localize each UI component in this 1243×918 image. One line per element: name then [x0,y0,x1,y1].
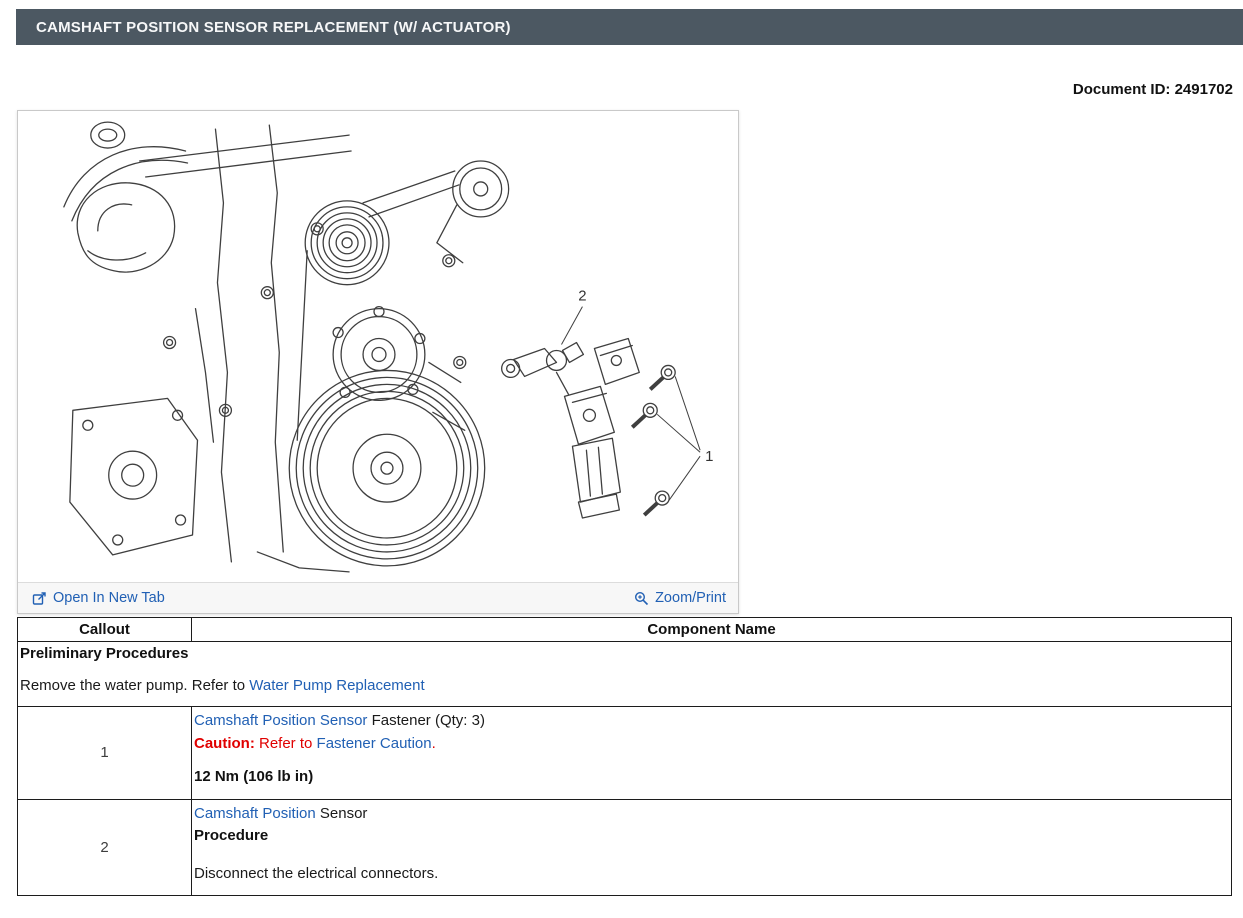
caution-period: . [432,735,436,752]
preliminary-procedures-text: Remove the water pump. Refer to Water Pu… [20,677,1221,694]
table-row-callout-2: 2 Camshaft Position Sensor Procedure Dis… [18,799,1232,896]
table-row-callout-1: 1 Camshaft Position Sensor Fastener (Qty… [18,707,1232,800]
water-pump-replacement-link[interactable]: Water Pump Replacement [249,677,424,694]
preliminary-procedures-title: Preliminary Procedures [20,645,1221,662]
component-table: Callout Component Name Preliminary Proce… [17,617,1232,896]
caution-line: Caution: Refer to Fastener Caution. [194,733,1221,756]
image-footer: Open In New Tab Zoom/Print [18,582,738,613]
component-name-line: Camshaft Position Sensor [194,803,1221,826]
preliminary-procedures-row: Preliminary Procedures Remove the water … [18,642,1232,707]
open-in-new-tab-link[interactable]: Open In New Tab [32,590,165,606]
torque-spec: 12 Nm (106 lb in) [194,766,1221,789]
zoom-print-link[interactable]: Zoom/Print [634,590,726,606]
component-name-rest: Sensor [316,805,368,822]
component-name-line: Camshaft Position Sensor Fastener (Qty: … [194,710,1221,733]
component-name-column-header: Component Name [192,618,1232,642]
open-in-new-tab-label: Open In New Tab [53,590,165,606]
caution-label: Caution: [194,735,255,752]
zoom-icon [634,591,649,606]
preliminary-text: Remove the water pump. Refer to [20,677,249,694]
callout-label-1: 1 [705,448,713,465]
callout-label-2: 2 [578,288,586,305]
page-title: CAMSHAFT POSITION SENSOR REPLACEMENT (W/… [36,19,511,36]
procedure-label: Procedure [194,825,1221,848]
camshaft-position-sensor-link[interactable]: Camshaft Position Sensor [194,712,367,729]
zoom-print-label: Zoom/Print [655,590,726,606]
camshaft-position-link[interactable]: Camshaft Position [194,805,316,822]
fastener-caution-link[interactable]: Fastener Caution [317,735,432,752]
callout-column-header: Callout [18,618,192,642]
callout-number: 2 [18,799,192,896]
document-id: Document ID: 2491702 [0,81,1233,98]
table-header-row: Callout Component Name [18,618,1232,642]
engine-diagram: 2 1 [18,111,738,582]
procedure-text: Disconnect the electrical connectors. [194,863,1221,886]
image-panel: 2 1 Open In New Tab Zoom/Print [17,110,739,614]
title-bar: CAMSHAFT POSITION SENSOR REPLACEMENT (W/… [16,9,1243,45]
open-in-new-tab-icon [32,591,47,606]
caution-text: Refer to [255,735,317,752]
engine-diagram-container: 2 1 [18,111,738,582]
component-name-rest: Fastener (Qty: 3) [367,712,485,729]
callout-number: 1 [18,707,192,800]
